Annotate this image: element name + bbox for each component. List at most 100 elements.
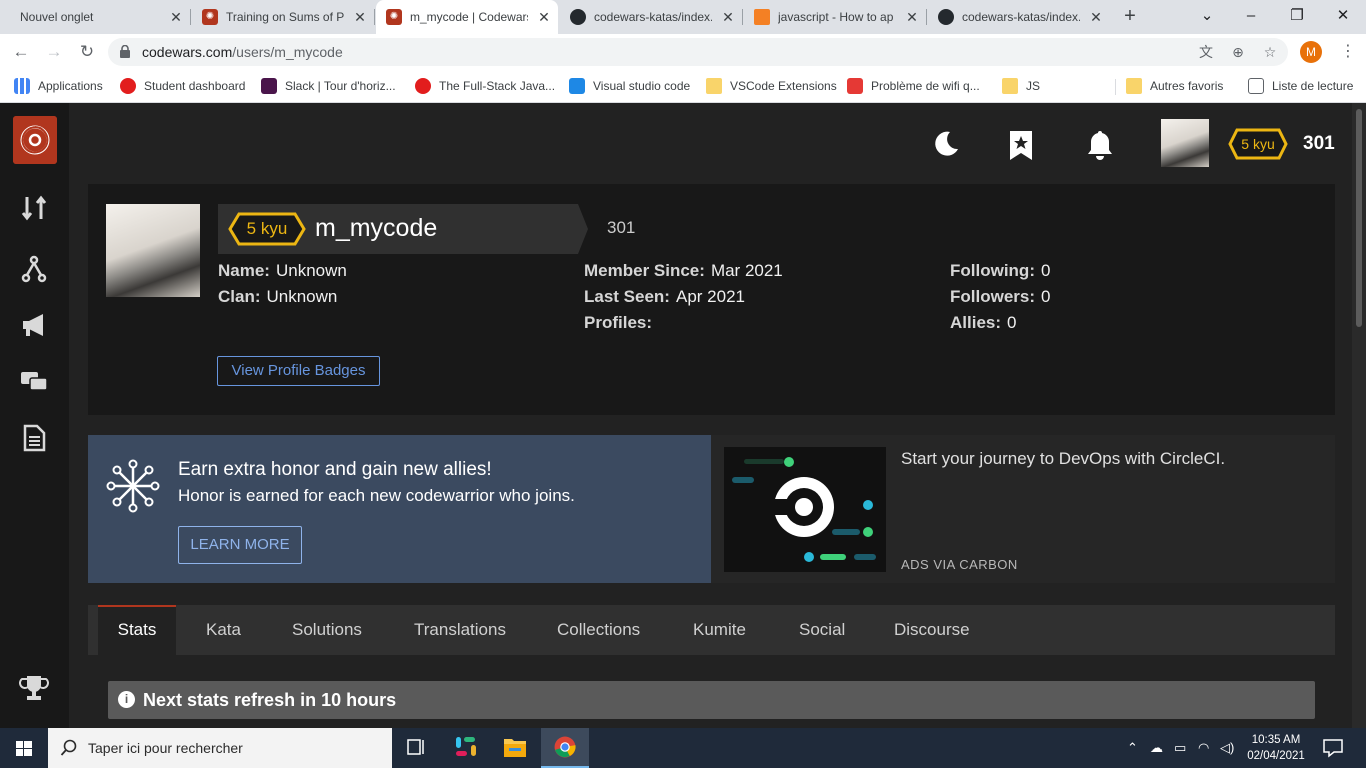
profile-avatar-icon[interactable]: M <box>1300 41 1322 63</box>
address-bar[interactable]: codewars.com/users/m_mycode 文 ⊕ ☆ <box>108 38 1288 66</box>
close-tab-icon[interactable]: ✕ <box>904 9 920 25</box>
close-tab-icon[interactable]: ✕ <box>352 9 368 25</box>
reading-list-icon <box>1248 78 1264 94</box>
bookmark-item[interactable]: Slack | Tour d'horiz... <box>261 77 396 95</box>
bookmark-star-icon[interactable]: ☆ <box>1260 42 1280 62</box>
notification-center-icon[interactable] <box>1322 738 1344 758</box>
browser-toolbar: ← → ↻ codewars.com/users/m_mycode 文 ⊕ ☆ … <box>0 34 1366 70</box>
view-profile-badges-button[interactable]: View Profile Badges <box>217 356 380 386</box>
circleci-ad-image[interactable] <box>724 447 886 572</box>
profile-field-clan: Clan: Unknown <box>218 287 337 307</box>
close-tab-icon[interactable]: ✕ <box>720 9 736 25</box>
network-burst-icon <box>106 459 160 513</box>
zoom-icon[interactable]: ⊕ <box>1228 42 1248 62</box>
volume-icon[interactable]: ◁) <box>1220 740 1234 756</box>
bookmark-item[interactable]: The Full-Stack Java... <box>415 77 555 95</box>
url-text: codewars.com/users/m_mycode <box>142 44 343 60</box>
system-clock[interactable]: 10:35 AM 02/04/2021 <box>1241 732 1311 764</box>
honor-count: 301 <box>1303 133 1335 154</box>
bookmark-label: Student dashboard <box>144 79 246 93</box>
menu-kebab-icon[interactable]: ⋮ <box>1338 40 1358 64</box>
close-window-button[interactable]: ✕ <box>1320 0 1366 34</box>
tray-chevron-up-icon[interactable]: ⌃ <box>1127 740 1138 756</box>
ad-text[interactable]: Start your journey to DevOps with Circle… <box>901 449 1225 469</box>
new-tab-button[interactable]: + <box>1118 5 1142 29</box>
carbon-ad[interactable]: Start your journey to DevOps with Circle… <box>711 435 1335 583</box>
bookmarks-bar: Applications Student dashboard Slack | T… <box>0 70 1366 103</box>
page-scrollbar[interactable] <box>1352 103 1366 728</box>
reload-icon[interactable]: ↻ <box>75 40 99 64</box>
chrome-app-icon[interactable] <box>541 728 589 768</box>
tab-discourse[interactable]: Discourse <box>894 605 970 655</box>
file-explorer-icon[interactable] <box>491 728 539 768</box>
field-value: 0 <box>1041 287 1051 306</box>
bookmark-item[interactable]: VSCode Extensions <box>706 77 837 95</box>
dark-mode-moon-icon[interactable] <box>931 127 961 159</box>
browser-tab[interactable]: codewars-katas/index. ✕ <box>928 0 1110 34</box>
red-circle-icon <box>120 78 136 94</box>
taskbar-search-input[interactable]: Taper ici pour rechercher <box>48 728 392 768</box>
codewars-logo-icon[interactable] <box>13 116 57 164</box>
bookmark-star-icon[interactable] <box>1006 129 1036 161</box>
field-label: Name: <box>218 261 270 280</box>
profile-field-name: Name: Unknown <box>218 261 347 281</box>
tab-kata[interactable]: Kata <box>206 605 241 655</box>
bookmark-label: JS <box>1026 79 1041 93</box>
browser-tab[interactable]: ✺ Training on Sums of Pa ✕ <box>192 0 375 34</box>
browser-tab[interactable]: Nouvel onglet ✕ <box>0 0 191 34</box>
red-circle-icon <box>415 78 431 94</box>
maximize-button[interactable]: ❐ <box>1274 0 1320 34</box>
onedrive-cloud-icon[interactable]: ☁ <box>1150 740 1163 756</box>
slack-app-icon[interactable] <box>442 728 490 768</box>
tab-kumite[interactable]: Kumite <box>693 605 746 655</box>
bookmarks-divider <box>1115 79 1116 95</box>
clock-time: 10:35 AM <box>1251 734 1301 746</box>
practice-arrows-icon[interactable] <box>19 193 49 223</box>
rank-label: 5 kyu <box>1241 136 1275 152</box>
close-tab-icon[interactable]: ✕ <box>1088 9 1104 25</box>
browser-tab[interactable]: javascript - How to ap ✕ <box>744 0 927 34</box>
search-icon <box>60 739 77 756</box>
wifi-icon[interactable]: ◠ <box>1198 740 1209 756</box>
megaphone-icon[interactable] <box>19 310 49 340</box>
browser-tab-active[interactable]: ✺ m_mycode | Codewars ✕ <box>376 0 558 34</box>
notifications-bell-icon[interactable] <box>1085 129 1115 161</box>
c-icon <box>847 78 863 94</box>
bookmark-item[interactable]: Visual studio code <box>569 77 690 95</box>
bookmark-item[interactable]: Autres favoris <box>1126 77 1223 95</box>
apps-grid-icon <box>14 78 30 94</box>
bookmark-label: VSCode Extensions <box>730 79 837 93</box>
bookmark-item[interactable]: Liste de lecture <box>1248 77 1353 95</box>
user-avatar[interactable] <box>1161 119 1209 167</box>
close-tab-icon[interactable]: ✕ <box>536 9 552 25</box>
bookmark-item[interactable]: JS <box>1002 77 1040 95</box>
trophy-icon[interactable] <box>19 673 49 703</box>
tab-solutions[interactable]: Solutions <box>292 605 362 655</box>
bookmark-item[interactable]: Problème de wifi q... <box>847 77 980 95</box>
minimize-button[interactable]: – <box>1228 0 1274 34</box>
fork-icon[interactable] <box>19 254 49 284</box>
learn-more-button[interactable]: LEARN MORE <box>178 526 302 564</box>
translate-icon[interactable]: 文 <box>1196 42 1216 62</box>
bookmark-item[interactable]: Applications <box>14 77 103 95</box>
back-arrow-icon[interactable]: ← <box>9 40 33 64</box>
bookmark-label: Applications <box>38 79 103 93</box>
battery-icon[interactable]: ▭ <box>1174 740 1186 756</box>
profile-honor: 301 <box>607 218 636 237</box>
ads-via-carbon-link[interactable]: ADS VIA CARBON <box>901 557 1018 572</box>
tab-search-icon[interactable]: ⌄ <box>1184 0 1230 34</box>
forward-arrow-icon[interactable]: → <box>42 40 66 64</box>
tab-translations[interactable]: Translations <box>414 605 506 655</box>
document-icon[interactable] <box>19 423 49 453</box>
windows-start-icon[interactable] <box>0 728 48 768</box>
chat-bubbles-icon[interactable] <box>19 366 49 396</box>
tab-collections[interactable]: Collections <box>557 605 640 655</box>
close-tab-icon[interactable]: ✕ <box>168 9 184 25</box>
scrollbar-thumb[interactable] <box>1356 109 1362 327</box>
tab-stats[interactable]: Stats <box>98 605 176 655</box>
task-view-icon[interactable] <box>392 728 440 768</box>
sidebar <box>0 103 69 728</box>
bookmark-item[interactable]: Student dashboard <box>120 77 245 95</box>
browser-tab[interactable]: codewars-katas/index. ✕ <box>560 0 743 34</box>
tab-social[interactable]: Social <box>799 605 845 655</box>
